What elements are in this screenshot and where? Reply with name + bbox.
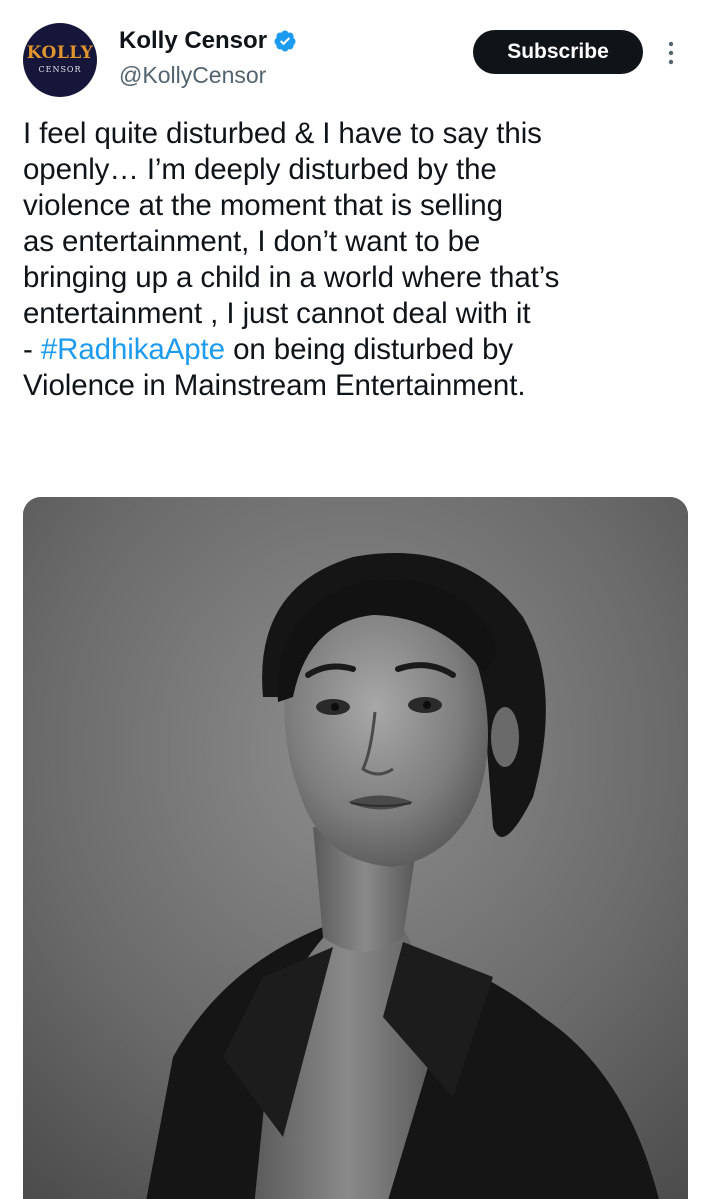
avatar-logo-main: KOLLY <box>26 42 94 63</box>
handle[interactable]: @KollyCensor <box>119 61 266 89</box>
tweet-line: openly… I’m deeply disturbed by the <box>23 153 497 186</box>
avatar[interactable]: KOLLY CENSOR <box>23 23 97 97</box>
tweet-line-prefix: - <box>23 333 41 366</box>
tweet-line: as entertainment, I don’t want to be <box>23 225 481 258</box>
tweet-line: entertainment , I just cannot deal with … <box>23 297 531 330</box>
tweet-text: I feel quite disturbed & I have to say t… <box>23 116 695 404</box>
portrait-photo <box>23 497 688 1199</box>
tweet-line: I feel quite disturbed & I have to say t… <box>23 117 542 150</box>
tweet-line: bringing up a child in a world where tha… <box>23 261 560 294</box>
more-vertical-icon[interactable] <box>660 36 682 70</box>
tweet-line: - #RadhikaApte on being disturbed by <box>23 332 695 368</box>
display-name[interactable]: Kolly Censor <box>119 27 267 55</box>
tweet-line: Violence in Mainstream Entertainment. <box>23 369 526 402</box>
hashtag-link[interactable]: #RadhikaApte <box>41 333 225 366</box>
name-row: Kolly Censor <box>119 27 297 55</box>
tweet-photo[interactable] <box>23 497 688 1199</box>
tweet-line: violence at the moment that is selling <box>23 189 503 222</box>
subscribe-button[interactable]: Subscribe <box>473 30 643 74</box>
verified-badge-icon <box>274 30 296 52</box>
tweet-line-suffix: on being disturbed by <box>224 333 514 366</box>
tweet-header: KOLLY CENSOR Kolly Censor @KollyCensor S… <box>0 0 709 110</box>
avatar-logo-sub: CENSOR <box>38 64 82 74</box>
